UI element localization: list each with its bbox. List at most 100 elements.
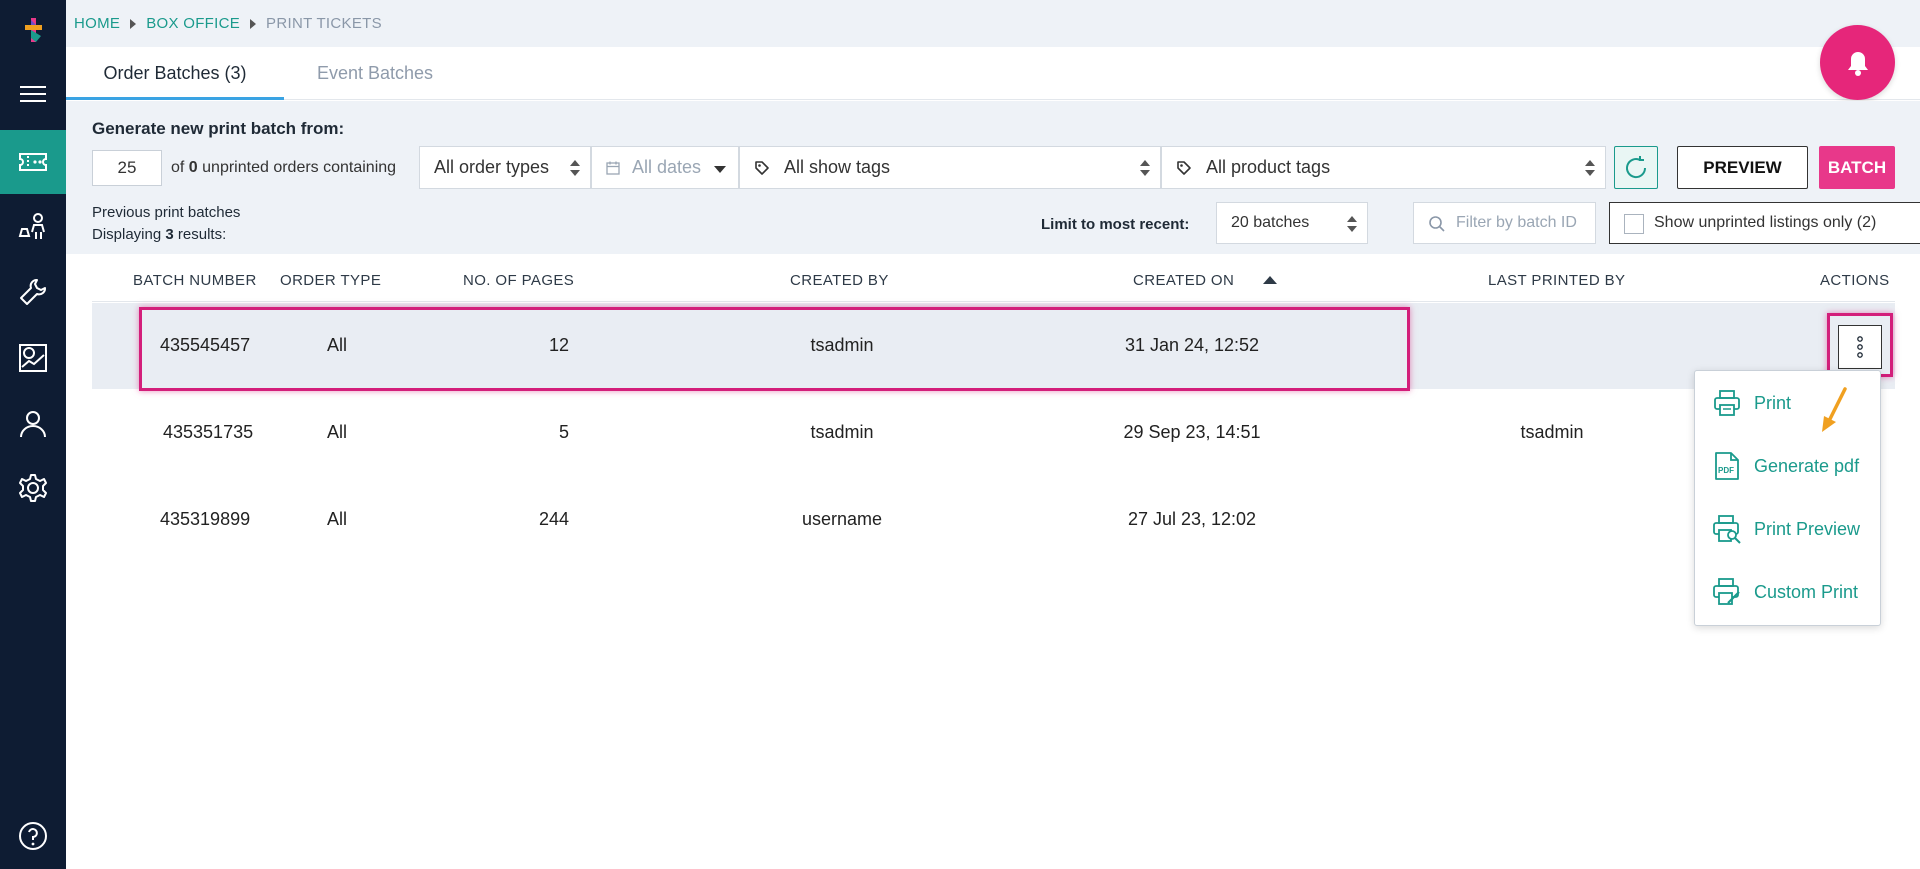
pages-cell: 5	[558, 422, 569, 442]
people-icon	[18, 213, 45, 239]
row-actions-button[interactable]	[1838, 325, 1882, 369]
logo[interactable]	[0, 0, 66, 60]
pages-cell: 244	[538, 509, 569, 529]
column-header-pages[interactable]: NO. OF PAGES	[463, 272, 574, 289]
menu-item-print-preview[interactable]: Print Preview	[1695, 504, 1882, 554]
created-on-cell: 29 Sep 23, 14:51	[1123, 422, 1261, 442]
tab-event-batches[interactable]: Event Batches	[284, 47, 466, 100]
svg-text:PDF: PDF	[1718, 466, 1734, 475]
table-header: BATCH NUMBER ORDER TYPE NO. OF PAGES CRE…	[92, 262, 1895, 302]
column-header-last-printed-by[interactable]: LAST PRINTED BY	[1488, 272, 1625, 289]
search-icon	[1429, 216, 1445, 232]
gear-icon	[19, 474, 47, 502]
top-bar: HOME BOX OFFICE PRINT TICKETS	[66, 0, 1920, 47]
logo-icon	[25, 18, 42, 42]
results-count-text: Displaying 3 results:	[92, 226, 226, 243]
pages-cell: 12	[548, 335, 569, 355]
unprinted-label: Show unprinted listings only (2)	[1654, 214, 1877, 231]
updown-arrows-icon	[570, 160, 580, 176]
breadcrumb: HOME BOX OFFICE PRINT TICKETS	[74, 15, 382, 32]
preview-button[interactable]: PREVIEW	[1677, 146, 1808, 189]
of-prefix: of	[171, 159, 189, 176]
sidebar-item-users[interactable]	[0, 394, 66, 454]
sidebar-item-tools[interactable]	[0, 262, 66, 322]
order-type-cell: All	[327, 335, 348, 355]
row-actions-menu: Print PDF Generate pdf Print Preview Cus…	[1694, 370, 1881, 626]
custom-print-icon	[1713, 578, 1740, 605]
column-header-order-type[interactable]: ORDER TYPE	[280, 272, 381, 289]
created-on-cell: 31 Jan 24, 12:52	[1124, 335, 1260, 355]
product-tags-value: All product tags	[1206, 157, 1331, 177]
calendar-icon	[606, 161, 620, 175]
batch-quantity-input[interactable]: 25	[92, 150, 162, 186]
created-by-cell: tsadmin	[810, 335, 874, 355]
show-tags-value: All show tags	[784, 157, 891, 177]
previous-batches-panel: Previous print batches Displaying 3 resu…	[66, 194, 1920, 254]
menu-item-generate-pdf[interactable]: PDF Generate pdf	[1695, 441, 1882, 491]
show-tags-select[interactable]: All show tags	[739, 146, 1161, 189]
sort-ascending-icon[interactable]	[1263, 276, 1277, 284]
updown-arrows-icon	[1585, 160, 1595, 176]
updown-arrows-icon	[1347, 216, 1357, 232]
generate-batch-title: Generate new print batch from:	[92, 119, 345, 138]
hamburger-menu-icon	[20, 86, 46, 102]
previous-batches-title: Previous print batches	[92, 204, 241, 221]
printer-icon	[1714, 390, 1740, 416]
menu-item-print[interactable]: Print	[1695, 378, 1882, 428]
batch-button[interactable]: BATCH	[1819, 146, 1895, 189]
sidebar-item-customers[interactable]	[0, 196, 66, 256]
updown-arrows-icon	[1140, 160, 1150, 176]
batch-id-filter-input[interactable]: Filter by batch ID	[1413, 202, 1596, 244]
unprinted-checkbox[interactable]	[1624, 214, 1644, 234]
tab-order-batches[interactable]: Order Batches (3)	[66, 47, 284, 100]
created-by-cell: username	[801, 509, 883, 529]
dates-placeholder: All dates	[632, 157, 702, 177]
unprinted-orders-text: of 0 unprinted orders containing	[171, 159, 396, 177]
show-unprinted-toggle[interactable]: Show unprinted listings only (2)	[1609, 202, 1920, 244]
bell-icon	[1847, 51, 1868, 76]
order-types-select[interactable]: All order types	[419, 146, 591, 189]
breadcrumb-separator-icon	[130, 18, 137, 29]
filter-placeholder: Filter by batch ID	[1456, 214, 1577, 231]
of-suffix: unprinted orders containing	[197, 159, 397, 176]
displaying-count: 3	[165, 226, 174, 243]
table-row[interactable]: 435319899 All 244 username 27 Jul 23, 12…	[92, 477, 1895, 563]
menu-toggle-button[interactable]	[0, 64, 66, 124]
created-by-cell: tsadmin	[810, 422, 874, 442]
column-header-batch-number[interactable]: BATCH NUMBER	[133, 272, 257, 289]
sidebar-item-reports[interactable]	[0, 328, 66, 388]
sidebar-item-settings[interactable]	[0, 458, 66, 518]
batch-number-cell: 435351735	[163, 422, 254, 442]
refresh-icon	[1626, 155, 1647, 178]
product-tags-select[interactable]: All product tags	[1161, 146, 1606, 189]
refresh-button[interactable]	[1614, 146, 1658, 189]
column-header-created-on[interactable]: CREATED ON	[1133, 272, 1234, 289]
help-icon	[19, 822, 47, 850]
pdf-file-icon: PDF	[1715, 452, 1739, 480]
order-type-cell: All	[327, 509, 348, 529]
sidebar	[0, 0, 66, 869]
column-header-actions: ACTIONS	[1820, 272, 1890, 289]
limit-label: Limit to most recent:	[1041, 216, 1190, 233]
breadcrumb-home[interactable]: HOME	[74, 15, 120, 32]
breadcrumb-box-office[interactable]: BOX OFFICE	[146, 15, 240, 32]
breadcrumb-separator-icon	[250, 18, 257, 29]
limit-select[interactable]: 20 batches	[1216, 202, 1368, 244]
tag-icon	[1177, 160, 1191, 175]
tag-icon	[755, 160, 769, 175]
sidebar-item-box-office[interactable]	[0, 130, 66, 194]
order-type-cell: All	[327, 422, 348, 442]
displaying-prefix: Displaying	[92, 226, 166, 243]
ticket-icon	[19, 153, 47, 171]
dates-select[interactable]: All dates	[591, 146, 739, 189]
unprinted-count: 0	[188, 159, 198, 176]
menu-item-custom-print-label: Custom Print	[1754, 581, 1859, 602]
column-header-created-by[interactable]: CREATED BY	[790, 272, 889, 289]
table-row[interactable]: 435545457 All 12 tsadmin 31 Jan 24, 12:5…	[92, 303, 1895, 389]
batch-number-cell: 435319899	[160, 509, 251, 529]
menu-item-print-preview-label: Print Preview	[1754, 518, 1861, 539]
menu-item-custom-print[interactable]: Custom Print	[1695, 567, 1882, 617]
notifications-button[interactable]	[1820, 25, 1895, 100]
table-row[interactable]: 435351735 All 5 tsadmin 29 Sep 23, 14:51…	[92, 390, 1895, 476]
sidebar-item-help[interactable]	[0, 806, 66, 866]
